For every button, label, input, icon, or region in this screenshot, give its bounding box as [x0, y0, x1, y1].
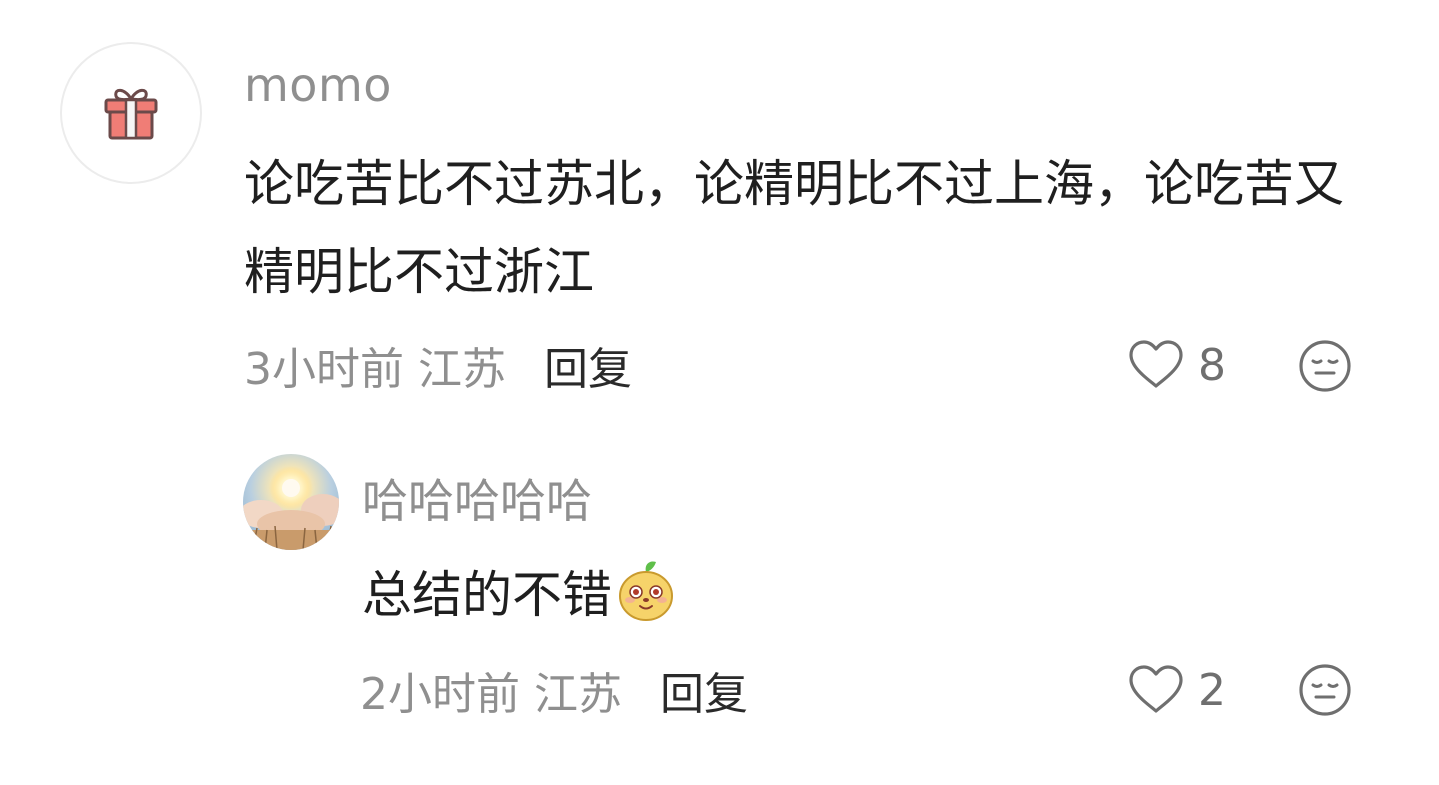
reply-avatar[interactable] [243, 454, 339, 550]
like-count: 8 [1198, 339, 1226, 391]
cute-face-emoji [619, 561, 673, 621]
avatar[interactable] [60, 42, 202, 184]
meh-face-icon[interactable] [1298, 339, 1352, 397]
reply-button[interactable]: 回复 [544, 333, 632, 397]
sun-clouds-avatar [243, 454, 339, 550]
reply-location: 江苏 [534, 669, 622, 720]
reply-meta: 2小时前 江苏 回复 [360, 660, 748, 720]
reply-like-button[interactable]: 2 [1128, 660, 1226, 720]
reply-timestamp: 2小时前 [360, 669, 520, 720]
heart-icon [1129, 340, 1183, 388]
location: 江苏 [418, 344, 506, 395]
reply-like-count: 2 [1198, 664, 1226, 716]
reply-text-row: 总结的不错 [362, 555, 676, 627]
gift-icon [104, 88, 158, 140]
reply-reply-button[interactable]: 回复 [660, 658, 748, 722]
heart-icon [1129, 665, 1183, 713]
reply-text: 总结的不错 [362, 566, 612, 624]
reply-username[interactable]: 哈哈哈哈哈 [362, 465, 592, 531]
meh-face-icon[interactable] [1298, 663, 1352, 721]
username[interactable]: momo [244, 58, 392, 112]
timestamp: 3小时前 [244, 344, 404, 395]
like-button[interactable]: 8 [1128, 335, 1226, 395]
comment-text: 论吃苦比不过苏北，论精明比不过上海，论吃苦又精明比不过浙江 [244, 155, 1344, 301]
comment-meta: 3小时前 江苏 回复 [244, 335, 632, 395]
